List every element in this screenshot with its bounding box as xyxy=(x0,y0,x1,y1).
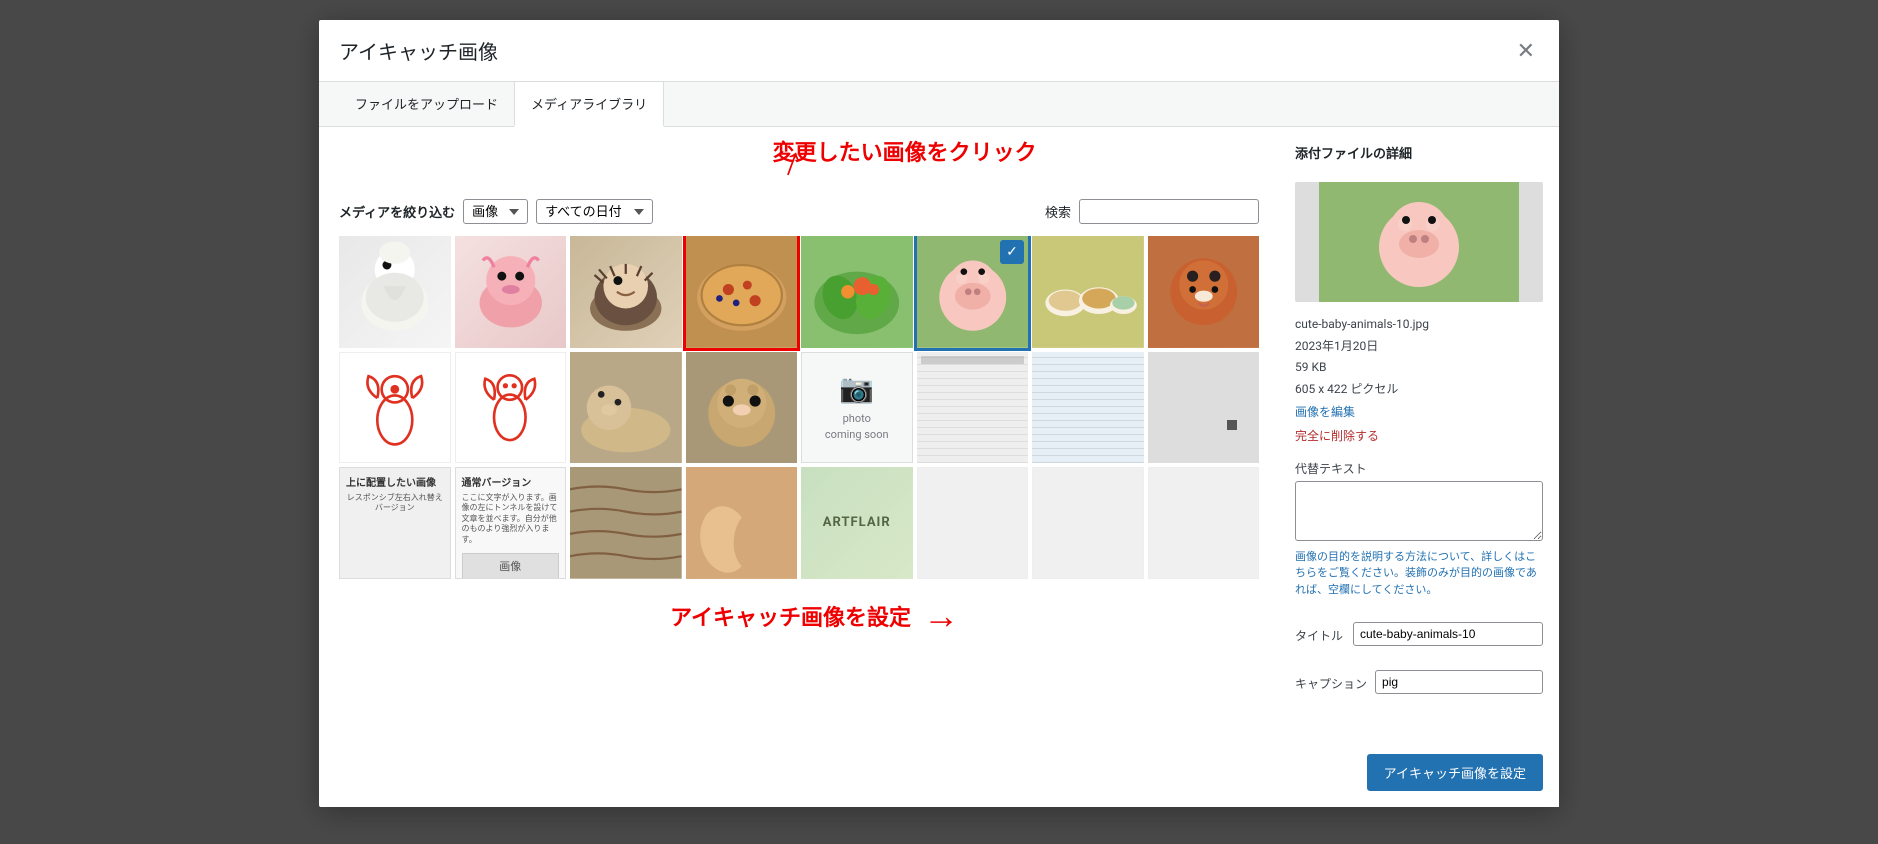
close-button[interactable]: ✕ xyxy=(1513,40,1539,62)
modal-tabs: ファイルをアップロード メディアライブラリ xyxy=(319,82,1559,127)
media-item-pig[interactable]: ✓ xyxy=(917,236,1029,348)
media-item[interactable] xyxy=(339,236,451,348)
media-item-screenshot3[interactable] xyxy=(1148,352,1260,464)
set-button-area: アイキャッチ画像を設定 xyxy=(1295,754,1543,791)
media-item-screenshot2[interactable] xyxy=(1032,352,1144,464)
text-card-img-label: 画像 xyxy=(462,553,560,579)
sidebar-dimensions: 605 x 422 ピクセル xyxy=(1295,379,1543,401)
artflair-text: ARTFLAIR xyxy=(823,515,891,530)
set-featured-image-button[interactable]: アイキャッチ画像を設定 xyxy=(1367,754,1543,791)
text-card-body2: ここに文字が入ります。画像の左にトンネルを設けて文章を並べます。自分が他のものよ… xyxy=(462,493,560,545)
bottom-annotation: アイキャッチ画像を設定 → xyxy=(339,579,1259,637)
alt-text-input[interactable] xyxy=(1295,481,1543,541)
media-item-squirrel1[interactable] xyxy=(339,352,451,464)
top-annotation-area: 変更したい画像をクリック ↓ xyxy=(339,143,1259,193)
media-item-artflair[interactable]: ARTFLAIR xyxy=(801,467,913,579)
sidebar-filename: cute-baby-animals-10.jpg xyxy=(1295,314,1543,336)
caption-row: キャプション xyxy=(1295,670,1543,694)
placeholder-text: photocoming soon xyxy=(825,411,889,442)
title-input[interactable] xyxy=(1353,622,1543,646)
tab-media-library[interactable]: メディアライブラリ xyxy=(514,81,664,127)
tab-upload[interactable]: ファイルをアップロード xyxy=(339,82,514,127)
media-item[interactable] xyxy=(455,236,567,348)
camera-icon: 📷 xyxy=(839,372,874,405)
media-item-squirrel2[interactable] xyxy=(455,352,567,464)
alt-text-help: 画像の目的を説明する方法について、詳しくはこちらをご覧ください。装飾のみが目的の… xyxy=(1295,549,1543,599)
media-item-empty1 xyxy=(917,467,1029,579)
title-field: タイトル xyxy=(1295,622,1543,646)
alt-text-label: 代替テキスト xyxy=(1295,460,1543,477)
media-item[interactable] xyxy=(801,236,913,348)
modal-title: アイキャッチ画像 xyxy=(339,36,498,65)
main-content: 変更したい画像をクリック ↓ メディアを絞り込む 画像 すべての日付 xyxy=(319,127,1279,807)
media-item[interactable] xyxy=(570,236,682,348)
sidebar-date: 2023年1月20日 xyxy=(1295,336,1543,358)
sidebar-filesize: 59 KB xyxy=(1295,357,1543,379)
media-item-screenshot1[interactable] xyxy=(917,352,1029,464)
search-input[interactable] xyxy=(1079,199,1259,224)
title-label: タイトル xyxy=(1295,622,1345,644)
media-item-placeholder[interactable]: 📷 photocoming soon xyxy=(801,352,913,464)
media-item[interactable] xyxy=(686,352,798,464)
selected-check-badge: ✓ xyxy=(1000,240,1024,264)
sidebar-title: 添付ファイルの詳細 xyxy=(1295,143,1543,162)
media-modal: アイキャッチ画像 ✕ ファイルをアップロード メディアライブラリ 変更したい画像… xyxy=(319,20,1559,807)
media-item-empty3 xyxy=(1148,467,1260,579)
alt-text-field: 代替テキスト 画像の目的を説明する方法について、詳しくはこちらをご覧ください。装… xyxy=(1295,460,1543,599)
caption-label: キャプション xyxy=(1295,670,1367,692)
filter-date-select[interactable]: すべての日付 xyxy=(536,199,653,224)
text-card-title2: 通常バージョン xyxy=(462,474,560,489)
bottom-annotation-arrow: → xyxy=(923,595,959,637)
search-label: 検索 xyxy=(1045,202,1071,221)
caption-input[interactable] xyxy=(1375,670,1543,694)
text-card-title1: 上に配置したい画像 xyxy=(346,474,436,489)
media-item[interactable] xyxy=(570,467,682,579)
title-row: タイトル xyxy=(1295,622,1543,646)
filter-type-select[interactable]: 画像 xyxy=(463,199,528,224)
modal-body: 変更したい画像をクリック ↓ メディアを絞り込む 画像 すべての日付 xyxy=(319,127,1559,807)
media-item-pizza[interactable] xyxy=(686,236,798,348)
sidebar-thumbnail xyxy=(1295,182,1543,302)
bottom-annotation-text: アイキャッチ画像を設定 xyxy=(670,600,911,632)
media-grid: ✓ xyxy=(339,236,1259,579)
filter-row: メディアを絞り込む 画像 すべての日付 検索 xyxy=(339,199,1259,224)
media-item-text2[interactable]: 通常バージョン ここに文字が入ります。画像の左にトンネルを設けて文章を並べます。… xyxy=(455,467,567,579)
media-item-empty2 xyxy=(1032,467,1144,579)
media-item[interactable] xyxy=(570,352,682,464)
media-sidebar: 添付ファイルの詳細 xyxy=(1279,127,1559,807)
media-item[interactable] xyxy=(1148,236,1260,348)
sidebar-meta: cute-baby-animals-10.jpg 2023年1月20日 59 K… xyxy=(1295,314,1543,448)
modal-header: アイキャッチ画像 ✕ xyxy=(319,20,1559,82)
media-item[interactable] xyxy=(686,467,798,579)
media-item[interactable] xyxy=(1032,236,1144,348)
filter-label: メディアを絞り込む xyxy=(339,202,455,221)
text-card-subtitle1: レスポンシブ左右入れ替えバージョン xyxy=(346,493,444,514)
media-grid-scroll: ✓ xyxy=(339,236,1259,579)
caption-field: キャプション xyxy=(1295,670,1543,694)
search-area: 検索 xyxy=(1045,199,1259,224)
modal-overlay: アイキャッチ画像 ✕ ファイルをアップロード メディアライブラリ 変更したい画像… xyxy=(0,0,1878,844)
sidebar-edit-link[interactable]: 画像を編集 xyxy=(1295,402,1543,424)
top-annotation-arrow: ↓ xyxy=(773,141,808,192)
media-item-text1[interactable]: 上に配置したい画像 レスポンシブ左右入れ替えバージョン xyxy=(339,467,451,579)
sidebar-delete-link[interactable]: 完全に削除する xyxy=(1295,426,1543,448)
